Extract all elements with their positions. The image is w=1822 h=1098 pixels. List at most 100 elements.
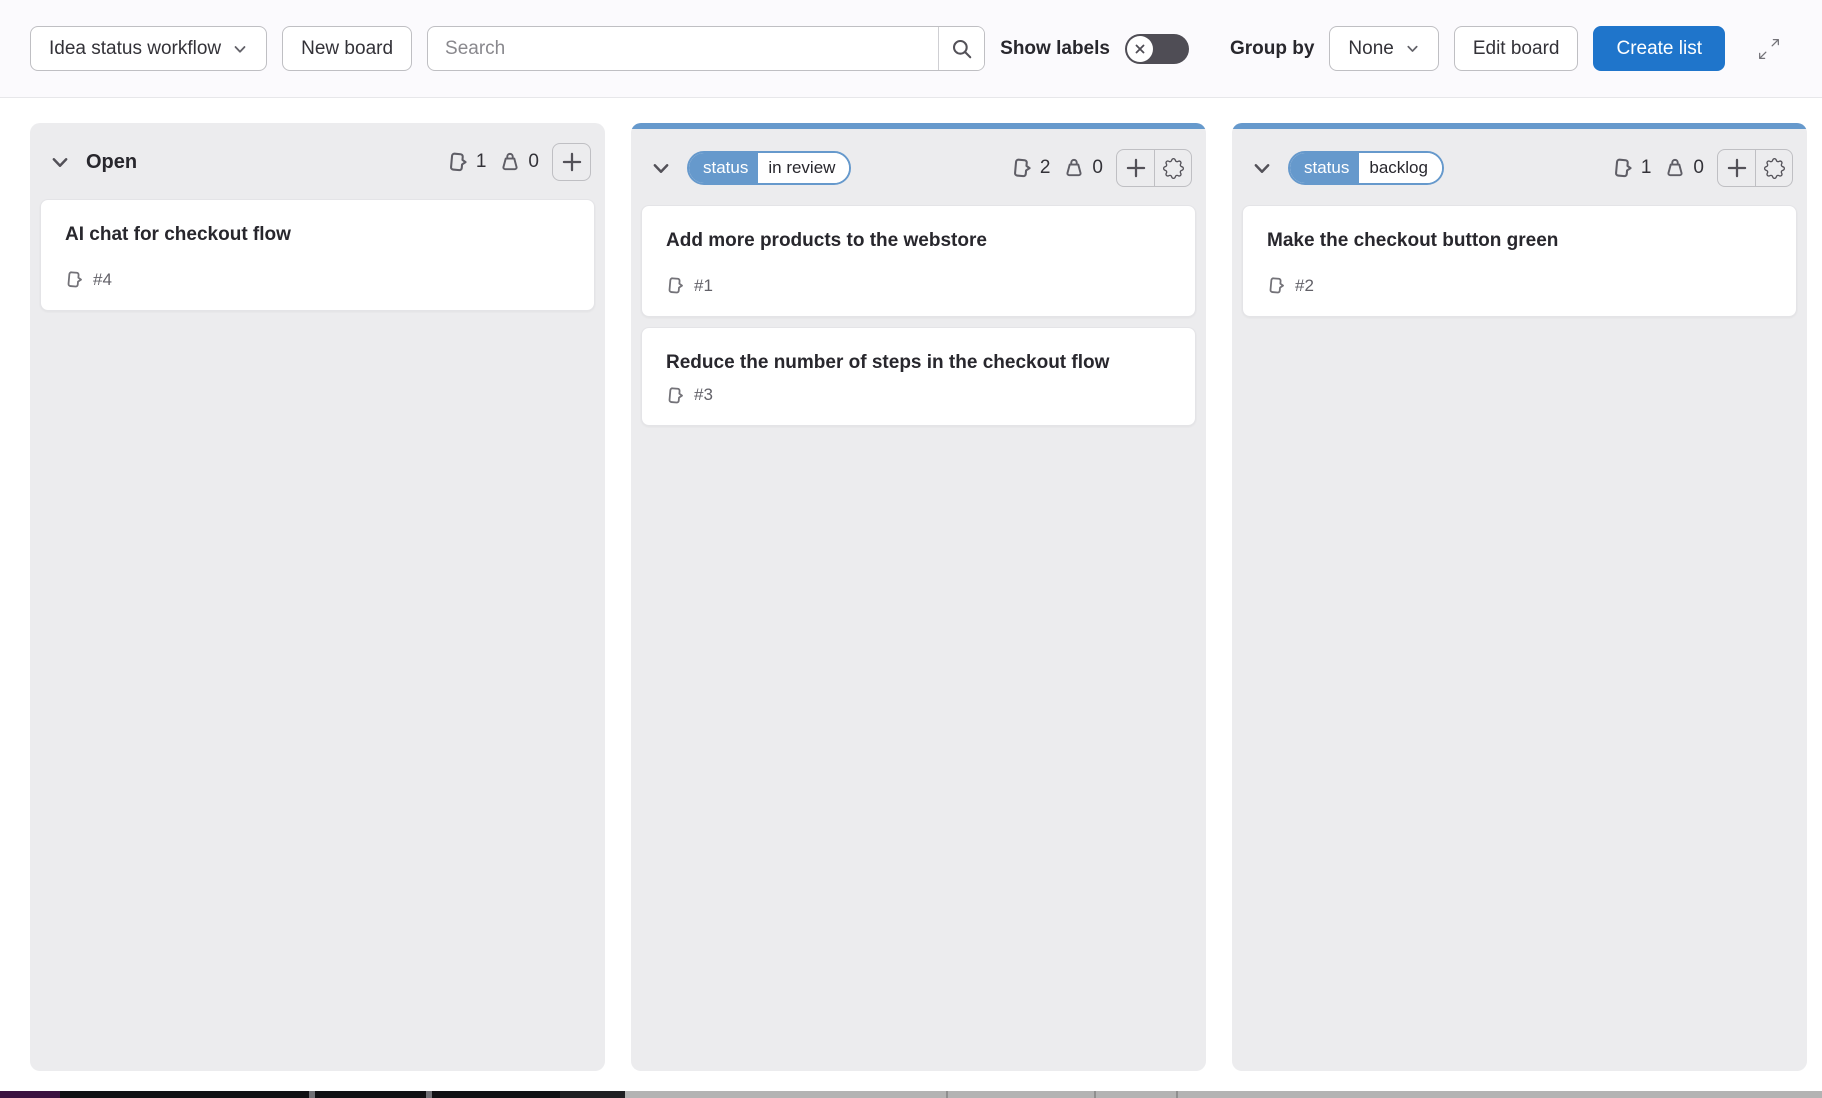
card-ref-row: #3: [666, 385, 1171, 405]
board-card[interactable]: AI chat for checkout flow #4: [40, 199, 595, 311]
label-value: in review: [758, 153, 849, 183]
board-list-status-in-review: status in review 2 0: [631, 123, 1206, 1071]
issue-icon: [1267, 276, 1286, 295]
taskbar-segment: [0, 1091, 60, 1098]
gear-icon: [1764, 158, 1785, 179]
toggle-knob: [1127, 36, 1153, 62]
issue-icon: [1612, 157, 1634, 179]
card-ref-row: #2: [1267, 276, 1772, 296]
issue-icon: [65, 270, 84, 289]
plus-icon: [560, 150, 584, 174]
chevron-down-icon: [232, 41, 248, 57]
scoped-label[interactable]: status backlog: [1288, 151, 1444, 185]
collapse-list-button[interactable]: [1248, 154, 1276, 182]
expand-icon: [1759, 39, 1779, 59]
list-title: Open: [86, 151, 137, 174]
search-icon: [951, 38, 973, 60]
board-card[interactable]: Add more products to the webstore #1: [641, 205, 1196, 317]
issue-count: 1: [447, 151, 487, 173]
create-list-button[interactable]: Create list: [1593, 26, 1725, 71]
weight-count: 0: [1063, 157, 1103, 179]
card-title: Reduce the number of steps in the checko…: [666, 351, 1136, 376]
list-meta: 2 0: [1011, 149, 1192, 187]
weight-icon: [1664, 157, 1686, 179]
issue-count: 1: [1612, 157, 1652, 179]
weight-icon: [499, 151, 521, 173]
edit-board-button[interactable]: Edit board: [1454, 26, 1579, 71]
card-list: Make the checkout button green #2: [1232, 203, 1807, 327]
collapse-list-button[interactable]: [647, 154, 675, 182]
issue-icon: [447, 151, 469, 173]
add-issue-button[interactable]: [1718, 150, 1755, 186]
list-header: status in review 2 0: [631, 129, 1206, 203]
weight-count: 0: [499, 151, 539, 173]
card-list: Add more products to the webstore #1 Red…: [631, 203, 1206, 436]
list-settings-button[interactable]: [1154, 150, 1191, 186]
show-labels-toggle[interactable]: [1125, 34, 1189, 64]
board: Open 1 0: [0, 98, 1822, 1091]
taskbar-segment: [1094, 1091, 1096, 1098]
add-issue-button[interactable]: [1117, 150, 1154, 186]
taskbar-segment: [309, 1091, 315, 1098]
search-button[interactable]: [938, 27, 984, 70]
chevron-down-icon: [650, 157, 672, 179]
plus-icon: [1725, 156, 1749, 180]
taskbar-segment: [1176, 1091, 1178, 1098]
board-card[interactable]: Reduce the number of steps in the checko…: [641, 327, 1196, 427]
card-list: AI chat for checkout flow #4: [30, 197, 605, 321]
chevron-down-icon: [49, 151, 71, 173]
list-header: Open 1 0: [30, 123, 605, 197]
list-header: status backlog 1 0: [1232, 129, 1807, 203]
list-settings-button[interactable]: [1755, 150, 1792, 186]
list-actions: [1717, 149, 1793, 187]
scoped-label[interactable]: status in review: [687, 151, 851, 185]
board-list-status-backlog: status backlog 1 0: [1232, 123, 1807, 1071]
board-toolbar: Idea status workflow New board Show labe…: [0, 0, 1822, 98]
board-switcher-label: Idea status workflow: [49, 38, 221, 60]
label-scope: status: [1290, 153, 1359, 183]
new-board-button[interactable]: New board: [282, 26, 412, 71]
show-labels-label: Show labels: [1000, 38, 1110, 60]
card-title: AI chat for checkout flow: [65, 223, 535, 248]
background-window-edge: [0, 1091, 1822, 1098]
group-by-dropdown[interactable]: None: [1329, 26, 1438, 71]
card-ref: #3: [694, 385, 713, 405]
taskbar-segment: [426, 1091, 432, 1098]
plus-icon: [1124, 156, 1148, 180]
expand-board-button[interactable]: [1748, 28, 1790, 70]
chevron-down-icon: [1405, 41, 1420, 56]
list-actions: [1116, 149, 1192, 187]
taskbar-segment: [946, 1091, 948, 1098]
issue-count: 2: [1011, 157, 1051, 179]
list-meta: 1 0: [447, 143, 591, 181]
x-icon: [1132, 41, 1148, 57]
search-box: [427, 26, 985, 71]
list-actions: [552, 143, 591, 181]
issue-icon: [666, 386, 685, 405]
issue-board-app: Idea status workflow New board Show labe…: [0, 0, 1822, 1091]
add-issue-button[interactable]: [553, 144, 590, 180]
group-by-label: Group by: [1230, 38, 1314, 60]
taskbar-segment: [560, 1091, 625, 1098]
issue-icon: [1011, 157, 1033, 179]
chevron-down-icon: [1251, 157, 1273, 179]
card-ref-row: #4: [65, 270, 570, 290]
board-card[interactable]: Make the checkout button green #2: [1242, 205, 1797, 317]
card-title: Make the checkout button green: [1267, 229, 1737, 254]
issue-icon: [666, 276, 685, 295]
search-input[interactable]: [428, 27, 938, 70]
card-ref: #4: [93, 270, 112, 290]
weight-icon: [1063, 157, 1085, 179]
card-ref: #1: [694, 276, 713, 296]
label-value: backlog: [1359, 153, 1442, 183]
group-by-value: None: [1348, 38, 1393, 60]
card-ref: #2: [1295, 276, 1314, 296]
label-scope: status: [689, 153, 758, 183]
weight-count: 0: [1664, 157, 1704, 179]
board-list-open: Open 1 0: [30, 123, 605, 1071]
gear-icon: [1163, 158, 1184, 179]
list-meta: 1 0: [1612, 149, 1793, 187]
card-ref-row: #1: [666, 276, 1171, 296]
collapse-list-button[interactable]: [46, 148, 74, 176]
board-switcher-dropdown[interactable]: Idea status workflow: [30, 26, 267, 71]
